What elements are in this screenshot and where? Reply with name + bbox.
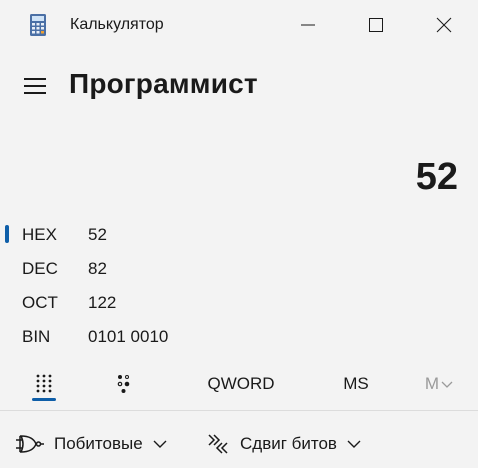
radix-row-bin[interactable]: BIN 0101 0010 [0,319,478,353]
selected-radix-indicator [5,225,9,243]
word-size-label: QWORD [207,374,275,393]
chevron-down-icon [347,440,361,448]
memory-store-label: MS [343,374,369,393]
radix-value: 52 [88,225,107,244]
maximize-icon [369,18,383,32]
hamburger-menu-icon[interactable] [22,76,48,96]
full-keypad-icon [36,374,52,393]
bit-toggling-keypad-icon [117,375,130,393]
bit-toggling-keypad-button[interactable] [102,364,146,404]
radix-row-hex[interactable]: HEX 52 [0,217,478,251]
chevron-down-icon [441,381,453,388]
memory-list-label: M [424,374,440,393]
radix-label: HEX [22,225,57,244]
active-keypad-indicator [32,398,56,401]
radix-label: OCT [22,293,58,312]
radix-label: BIN [22,327,51,346]
bitshift-dropdown[interactable]: Сдвиг битов [206,426,361,462]
logic-gate-icon [16,435,44,453]
memory-store-button[interactable]: MS [330,364,382,404]
memory-list-button[interactable]: M [414,364,464,404]
divider [0,410,478,411]
maximize-button[interactable] [342,0,410,50]
result-display: 52 [415,156,458,198]
calculator-window: Калькулятор Программист 52 HEX 52 DEC 82… [0,0,478,468]
radix-value: 82 [88,259,107,278]
radix-label: DEC [22,259,58,278]
calculator-app-icon [30,14,46,36]
word-size-button[interactable]: QWORD [196,364,286,404]
radix-row-dec[interactable]: DEC 82 [0,251,478,285]
bitwise-label: Побитовые [54,434,143,453]
close-icon [436,17,452,33]
radix-value: 122 [88,293,117,312]
title-bar: Калькулятор [0,0,478,50]
chevron-down-icon [153,440,167,448]
radix-value: 0101 0010 [88,327,169,346]
mode-title: Программист [69,68,258,99]
minimize-button[interactable] [274,0,342,50]
window-title: Калькулятор [70,16,164,33]
close-button[interactable] [410,0,478,50]
bitshift-label: Сдвиг битов [240,434,337,453]
minimize-icon [301,24,315,26]
bit-shift-icon [208,434,228,454]
bitwise-dropdown[interactable]: Побитовые [16,426,167,462]
radix-row-oct[interactable]: OCT 122 [0,285,478,319]
